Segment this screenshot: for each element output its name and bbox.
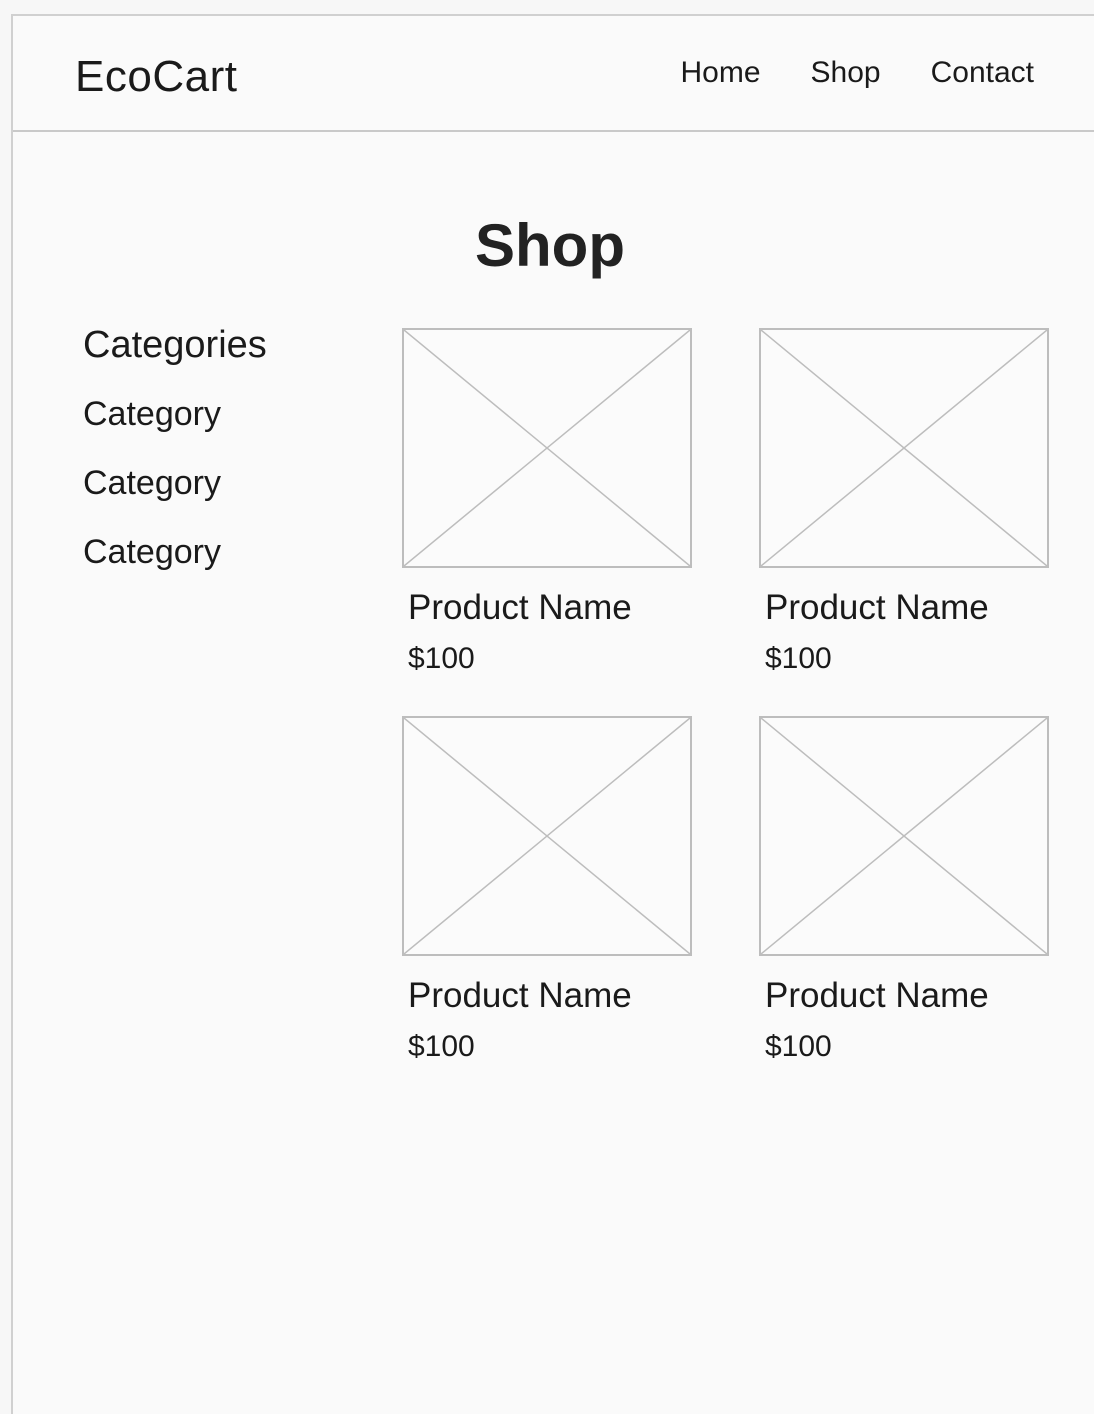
category-link[interactable]: Category [83, 533, 267, 572]
product-card[interactable]: Product Name $100 [759, 328, 1049, 676]
product-name[interactable]: Product Name [765, 976, 1049, 1016]
image-placeholder-icon[interactable] [759, 716, 1049, 956]
nav-shop[interactable]: Shop [811, 56, 881, 90]
nav-contact[interactable]: Contact [931, 56, 1034, 90]
product-price: $100 [408, 642, 475, 675]
image-placeholder-icon[interactable] [402, 328, 692, 568]
product-price: $100 [408, 1030, 475, 1063]
main-nav: Home Shop Contact [631, 56, 1035, 90]
product-price: $100 [765, 642, 832, 675]
image-placeholder-icon[interactable] [402, 716, 692, 956]
product-card[interactable]: Product Name $100 [402, 328, 692, 676]
site-header: EcoCart Home Shop Contact [13, 16, 1094, 132]
category-link[interactable]: Category [83, 464, 267, 503]
product-name[interactable]: Product Name [765, 588, 1049, 628]
product-price: $100 [765, 1030, 832, 1063]
category-sidebar: Categories Category Category Category [83, 324, 267, 602]
page-frame: EcoCart Home Shop Contact Shop Categorie… [11, 14, 1094, 1414]
product-card[interactable]: Product Name $100 [402, 716, 692, 1064]
page-title: Shop [475, 212, 625, 279]
category-link[interactable]: Category [83, 395, 267, 434]
product-card[interactable]: Product Name $100 [759, 716, 1049, 1064]
nav-home[interactable]: Home [681, 56, 761, 90]
image-placeholder-icon[interactable] [759, 328, 1049, 568]
logo[interactable]: EcoCart [75, 52, 237, 102]
product-name[interactable]: Product Name [408, 976, 692, 1016]
product-name[interactable]: Product Name [408, 588, 692, 628]
sidebar-title: Categories [83, 324, 267, 366]
